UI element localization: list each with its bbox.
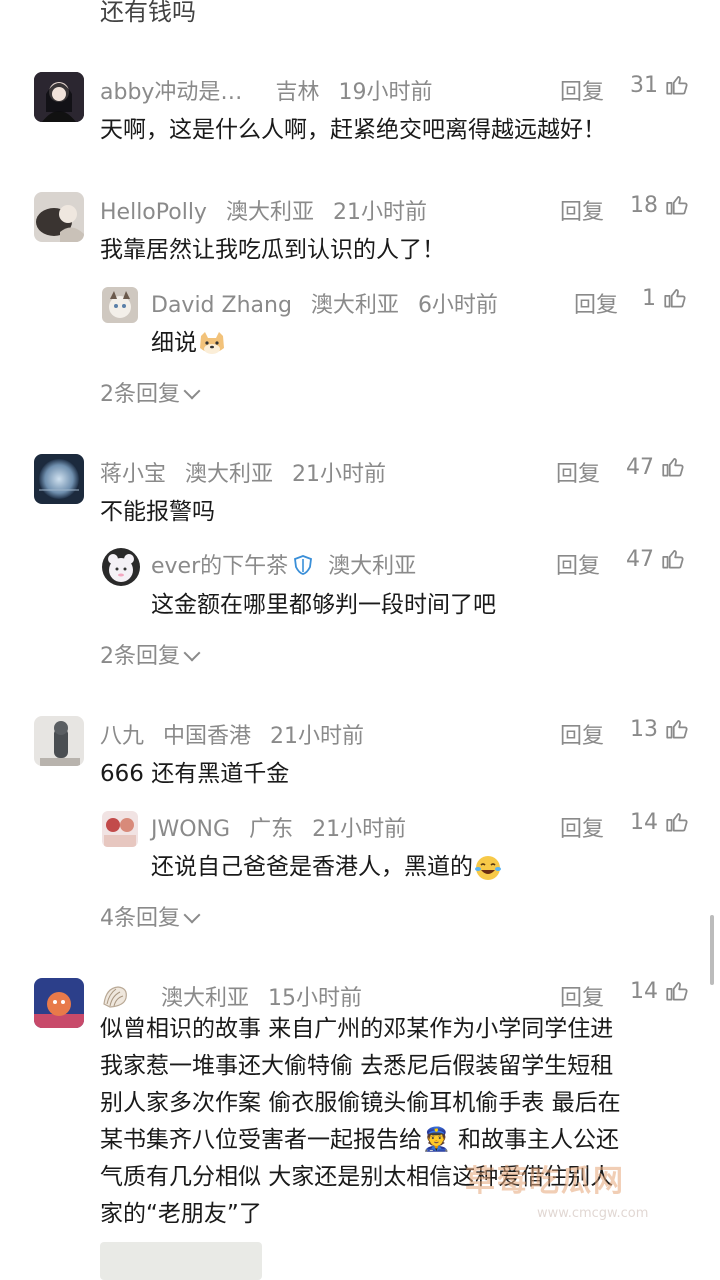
avatar[interactable] bbox=[34, 454, 84, 504]
comment-text: 天啊，这是什么人啊，赶紧绝交吧离得越远越好！ bbox=[100, 117, 606, 143]
replies-count: 4条回复 bbox=[100, 906, 180, 931]
like-button[interactable]: 14 bbox=[630, 809, 690, 835]
location: 澳大利亚 bbox=[185, 462, 274, 487]
reply-button[interactable]: 回复 bbox=[560, 980, 604, 1012]
like-count: 1 bbox=[642, 285, 656, 311]
avatar[interactable] bbox=[34, 978, 84, 1028]
location: 广东 bbox=[249, 817, 294, 842]
location: 澳大利亚 bbox=[310, 293, 399, 318]
like-count: 14 bbox=[630, 978, 658, 1004]
comment-line: 别人家多次作案 偷衣服偷镜头偷耳机偷手表 最后在 bbox=[100, 1090, 621, 1116]
expand-replies-button[interactable]: 2条回复 bbox=[100, 638, 201, 670]
thumbs-up-icon bbox=[662, 458, 684, 477]
like-count: 31 bbox=[630, 72, 658, 98]
avatar[interactable] bbox=[102, 548, 140, 586]
doge-emoji-icon bbox=[200, 331, 224, 354]
replies-count: 2条回复 bbox=[100, 644, 180, 669]
comment-line: 我家惹一堆事还大偷特偷 去悉尼后假装留学生短租 bbox=[100, 1053, 614, 1079]
timestamp: 21小时前 bbox=[292, 462, 387, 487]
expand-replies-button[interactable]: 2条回复 bbox=[100, 376, 201, 408]
comment-text: 我靠居然让我吃瓜到认识的人了！ bbox=[100, 237, 445, 263]
thumbs-up-icon bbox=[666, 196, 688, 215]
like-count: 13 bbox=[630, 716, 658, 742]
scrollbar[interactable] bbox=[710, 915, 714, 985]
username[interactable]: abby冲动是… bbox=[100, 80, 242, 105]
reply-button[interactable]: 回复 bbox=[560, 718, 604, 750]
replies-count: 2条回复 bbox=[100, 382, 180, 407]
like-button[interactable]: 14 bbox=[630, 978, 690, 1004]
chevron-down-icon bbox=[183, 382, 201, 400]
location: 澳大利亚 bbox=[225, 200, 314, 225]
thumbs-up-icon bbox=[662, 550, 684, 569]
comment-text: 666 还有黑道千金 bbox=[100, 761, 290, 787]
watermark-logo: 草莓吃瓜网 www.cmcgw.com bbox=[455, 1150, 705, 1240]
avatar[interactable] bbox=[34, 716, 84, 766]
like-button[interactable]: 13 bbox=[630, 716, 690, 742]
location: 中国香港 bbox=[163, 724, 252, 749]
timestamp: 21小时前 bbox=[332, 200, 427, 225]
reply-button[interactable]: 回复 bbox=[560, 74, 604, 106]
reply-text: 还说自己爸爸是香港人，黑道的 bbox=[151, 854, 473, 880]
like-count: 47 bbox=[626, 454, 654, 480]
thumbs-up-icon bbox=[664, 289, 686, 308]
avatar[interactable] bbox=[34, 72, 84, 122]
like-count: 14 bbox=[630, 809, 658, 835]
timestamp: 21小时前 bbox=[312, 817, 407, 842]
like-button[interactable]: 47 bbox=[626, 454, 686, 480]
location: 澳大利亚 bbox=[328, 554, 417, 579]
thumbs-up-icon bbox=[666, 720, 688, 739]
like-button[interactable]: 1 bbox=[642, 285, 688, 311]
like-count: 47 bbox=[626, 546, 654, 572]
expand-replies-button[interactable]: 4条回复 bbox=[100, 900, 201, 932]
chevron-down-icon bbox=[183, 906, 201, 924]
thumbs-up-icon bbox=[666, 982, 688, 1001]
username[interactable]: David Zhang bbox=[151, 293, 292, 318]
like-button[interactable]: 18 bbox=[630, 192, 690, 218]
timestamp: 15小时前 bbox=[268, 986, 363, 1011]
username[interactable]: 蒋小宝 bbox=[100, 462, 166, 487]
like-button[interactable]: 31 bbox=[630, 72, 690, 98]
comment-image-thumbnail[interactable] bbox=[100, 1242, 262, 1280]
reply-button[interactable]: 回复 bbox=[560, 811, 604, 843]
reply-button[interactable]: 回复 bbox=[574, 287, 618, 319]
username[interactable]: HelloPolly bbox=[100, 200, 207, 225]
watermark-url: www.cmcgw.com bbox=[537, 1206, 649, 1221]
reply-button[interactable]: 回复 bbox=[556, 456, 600, 488]
chevron-down-icon bbox=[183, 644, 201, 662]
avatar[interactable] bbox=[102, 287, 138, 323]
reply-text: 这金额在哪里都够判一段时间了吧 bbox=[151, 592, 496, 618]
like-count: 18 bbox=[630, 192, 658, 218]
partial-comment-text: 还有钱吗 bbox=[100, 0, 196, 26]
timestamp: 21小时前 bbox=[270, 724, 365, 749]
reply-text: 细说 bbox=[151, 330, 197, 356]
thumbs-up-icon bbox=[666, 76, 688, 95]
avatar[interactable] bbox=[102, 811, 138, 847]
timestamp: 19小时前 bbox=[338, 80, 433, 105]
username[interactable]: 八九 bbox=[100, 724, 144, 749]
reply-button[interactable]: 回复 bbox=[560, 194, 604, 226]
comment-line: 似曾相识的故事 来自广州的邓某作为小学同学住进 bbox=[100, 1016, 614, 1042]
comment-text: 不能报警吗 bbox=[100, 499, 215, 525]
verified-shield-icon bbox=[294, 555, 313, 575]
like-button[interactable]: 47 bbox=[626, 546, 686, 572]
laughing-tears-emoji-icon bbox=[475, 855, 501, 880]
thumbs-up-icon bbox=[666, 813, 688, 832]
location: 澳大利亚 bbox=[161, 986, 250, 1011]
reply-button[interactable]: 回复 bbox=[556, 548, 600, 580]
username[interactable]: ever的下午茶 bbox=[151, 554, 288, 579]
username[interactable]: JWONG bbox=[151, 817, 230, 842]
shell-icon bbox=[103, 986, 127, 1008]
location: 吉林 bbox=[275, 80, 320, 105]
watermark-text: 草莓吃瓜网 bbox=[465, 1164, 625, 1199]
avatar[interactable] bbox=[34, 192, 84, 242]
timestamp: 6小时前 bbox=[417, 293, 498, 318]
